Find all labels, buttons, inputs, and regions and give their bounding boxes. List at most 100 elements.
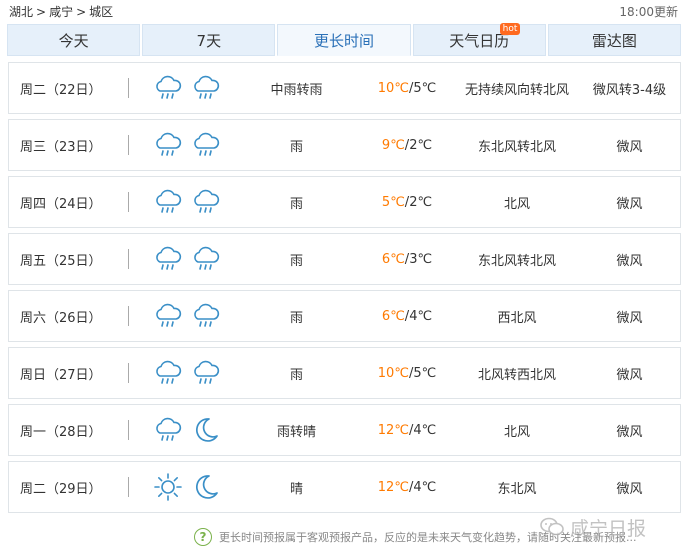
breadcrumb-separator: >	[36, 5, 47, 19]
breadcrumb-separator: >	[76, 5, 87, 19]
low-temp: 2℃	[409, 137, 433, 153]
forecast-day: 周一（28日）	[20, 424, 102, 440]
low-temp: 4℃	[413, 422, 437, 438]
rain-cloud-icon	[191, 358, 221, 388]
tab-today[interactable]: 今天	[7, 24, 141, 56]
wind-level: 微风	[616, 196, 643, 212]
low-temp: 4℃	[409, 308, 433, 324]
forecast-day: 周二（29日）	[20, 481, 102, 497]
high-temp: 6℃	[381, 308, 405, 324]
breadcrumb-district: 城区	[89, 5, 114, 19]
moon-icon	[191, 415, 221, 445]
question-icon[interactable]: ?	[194, 528, 212, 546]
low-temp: 4℃	[413, 479, 437, 495]
wind-level: 微风	[616, 367, 643, 383]
moon-icon	[191, 472, 221, 502]
forecast-row: 周日（27日） 雨 10℃/5℃ 北风转西北风 微风	[8, 347, 681, 399]
high-temp: 10℃	[377, 365, 409, 381]
forecast-day: 周五（25日）	[20, 253, 102, 269]
rain-cloud-icon	[153, 301, 183, 331]
high-temp: 12℃	[377, 479, 409, 495]
weather-description: 晴	[289, 481, 303, 497]
wind-level: 微风	[616, 481, 643, 497]
tab-radar[interactable]: 雷达图	[547, 24, 682, 56]
wind-level: 微风	[616, 424, 643, 440]
wind-direction: 北风	[503, 424, 530, 440]
wind-direction: 东北风	[497, 481, 537, 497]
divider	[128, 306, 129, 326]
rain-cloud-icon	[153, 130, 183, 160]
divider	[128, 420, 129, 440]
forecast-row: 周二（22日） 中雨转雨 10℃/5℃ 无持续风向转北风 微风转3-4级	[8, 62, 681, 114]
weather-description: 雨	[289, 139, 303, 155]
rain-cloud-icon	[153, 415, 183, 445]
weather-description: 雨	[289, 253, 303, 269]
temperature: 5℃/2℃	[357, 177, 457, 227]
weather-description: 雨	[289, 367, 303, 383]
rain-cloud-icon	[153, 73, 183, 103]
forecast-row: 周四（24日） 雨 5℃/2℃ 北风 微风	[8, 176, 681, 228]
tab-label: 7天	[196, 31, 222, 50]
wind-direction: 北风转西北风	[477, 367, 556, 383]
low-temp: 3℃	[409, 251, 433, 267]
rain-cloud-icon	[153, 358, 183, 388]
weather-description: 雨	[289, 310, 303, 326]
wind-direction: 北风	[503, 196, 530, 212]
rain-cloud-icon	[153, 187, 183, 217]
wind-direction: 东北风转北风	[477, 139, 556, 155]
tab-bar: 今天 7天 更长时间 天气日历 hot 雷达图	[7, 23, 683, 56]
tab-label: 今天	[58, 31, 89, 50]
divider	[128, 135, 129, 155]
forecast-day: 周四（24日）	[20, 196, 102, 212]
high-temp: 12℃	[377, 422, 409, 438]
high-temp: 10℃	[377, 80, 409, 96]
wind-level: 微风转3-4级	[592, 82, 667, 98]
forecast-row: 周一（28日） 雨转晴 12℃/4℃ 北风 微风	[8, 404, 681, 456]
low-temp: 5℃	[413, 80, 437, 96]
tab-label: 更长时间	[314, 31, 375, 50]
update-time: 18:00更新	[619, 5, 678, 19]
temperature: 12℃/4℃	[357, 462, 457, 512]
rain-cloud-icon	[153, 244, 183, 274]
wechat-icon	[540, 517, 564, 536]
rain-cloud-icon	[191, 130, 221, 160]
wind-level: 微风	[616, 310, 643, 326]
tab-label: 雷达图	[591, 31, 637, 50]
divider	[128, 249, 129, 269]
temperature: 9℃/2℃	[357, 120, 457, 170]
forecast-day: 周三（23日）	[20, 139, 102, 155]
low-temp: 5℃	[413, 365, 437, 381]
watermark-text: 咸宁日报	[570, 517, 647, 540]
forecast-day: 周二（22日）	[20, 82, 102, 98]
weather-description: 雨	[289, 196, 303, 212]
high-temp: 5℃	[381, 194, 405, 210]
hot-badge: hot	[499, 23, 521, 35]
rain-cloud-icon	[191, 187, 221, 217]
sun-icon	[153, 472, 183, 502]
watermark: 咸宁日报	[540, 514, 646, 540]
temperature: 6℃/4℃	[357, 291, 457, 341]
tab-longer-range[interactable]: 更长时间	[277, 24, 411, 56]
divider	[128, 192, 129, 212]
temperature: 6℃/3℃	[357, 234, 457, 284]
wind-direction: 无持续风向转北风	[464, 82, 569, 98]
forecast-row: 周三（23日） 雨 9℃/2℃ 东北风转北风 微风	[8, 119, 681, 171]
wind-direction: 西北风	[497, 310, 537, 326]
rain-cloud-icon	[191, 301, 221, 331]
weather-description: 雨转晴	[276, 424, 316, 440]
tab-7days[interactable]: 7天	[142, 24, 276, 56]
breadcrumb: 湖北 > 咸宁 > 城区	[9, 3, 113, 20]
wind-level: 微风	[616, 253, 643, 269]
temperature: 10℃/5℃	[357, 63, 457, 113]
forecast-day: 周日（27日）	[20, 367, 102, 383]
wind-direction: 东北风转北风	[477, 253, 556, 269]
high-temp: 6℃	[381, 251, 405, 267]
breadcrumb-province[interactable]: 湖北	[9, 5, 33, 19]
weather-description: 中雨转雨	[270, 82, 323, 98]
tab-weather-calendar[interactable]: 天气日历 hot	[412, 23, 546, 56]
temperature: 12℃/4℃	[357, 405, 457, 455]
breadcrumb-city[interactable]: 咸宁	[49, 5, 73, 19]
forecast-row: 周五（25日） 雨 6℃/3℃ 东北风转北风 微风	[8, 233, 681, 285]
forecast-list: 周二（22日） 中雨转雨 10℃/5℃ 无持续风向转北风 微风转3-4级 周三（…	[8, 62, 681, 518]
low-temp: 2℃	[409, 194, 433, 210]
